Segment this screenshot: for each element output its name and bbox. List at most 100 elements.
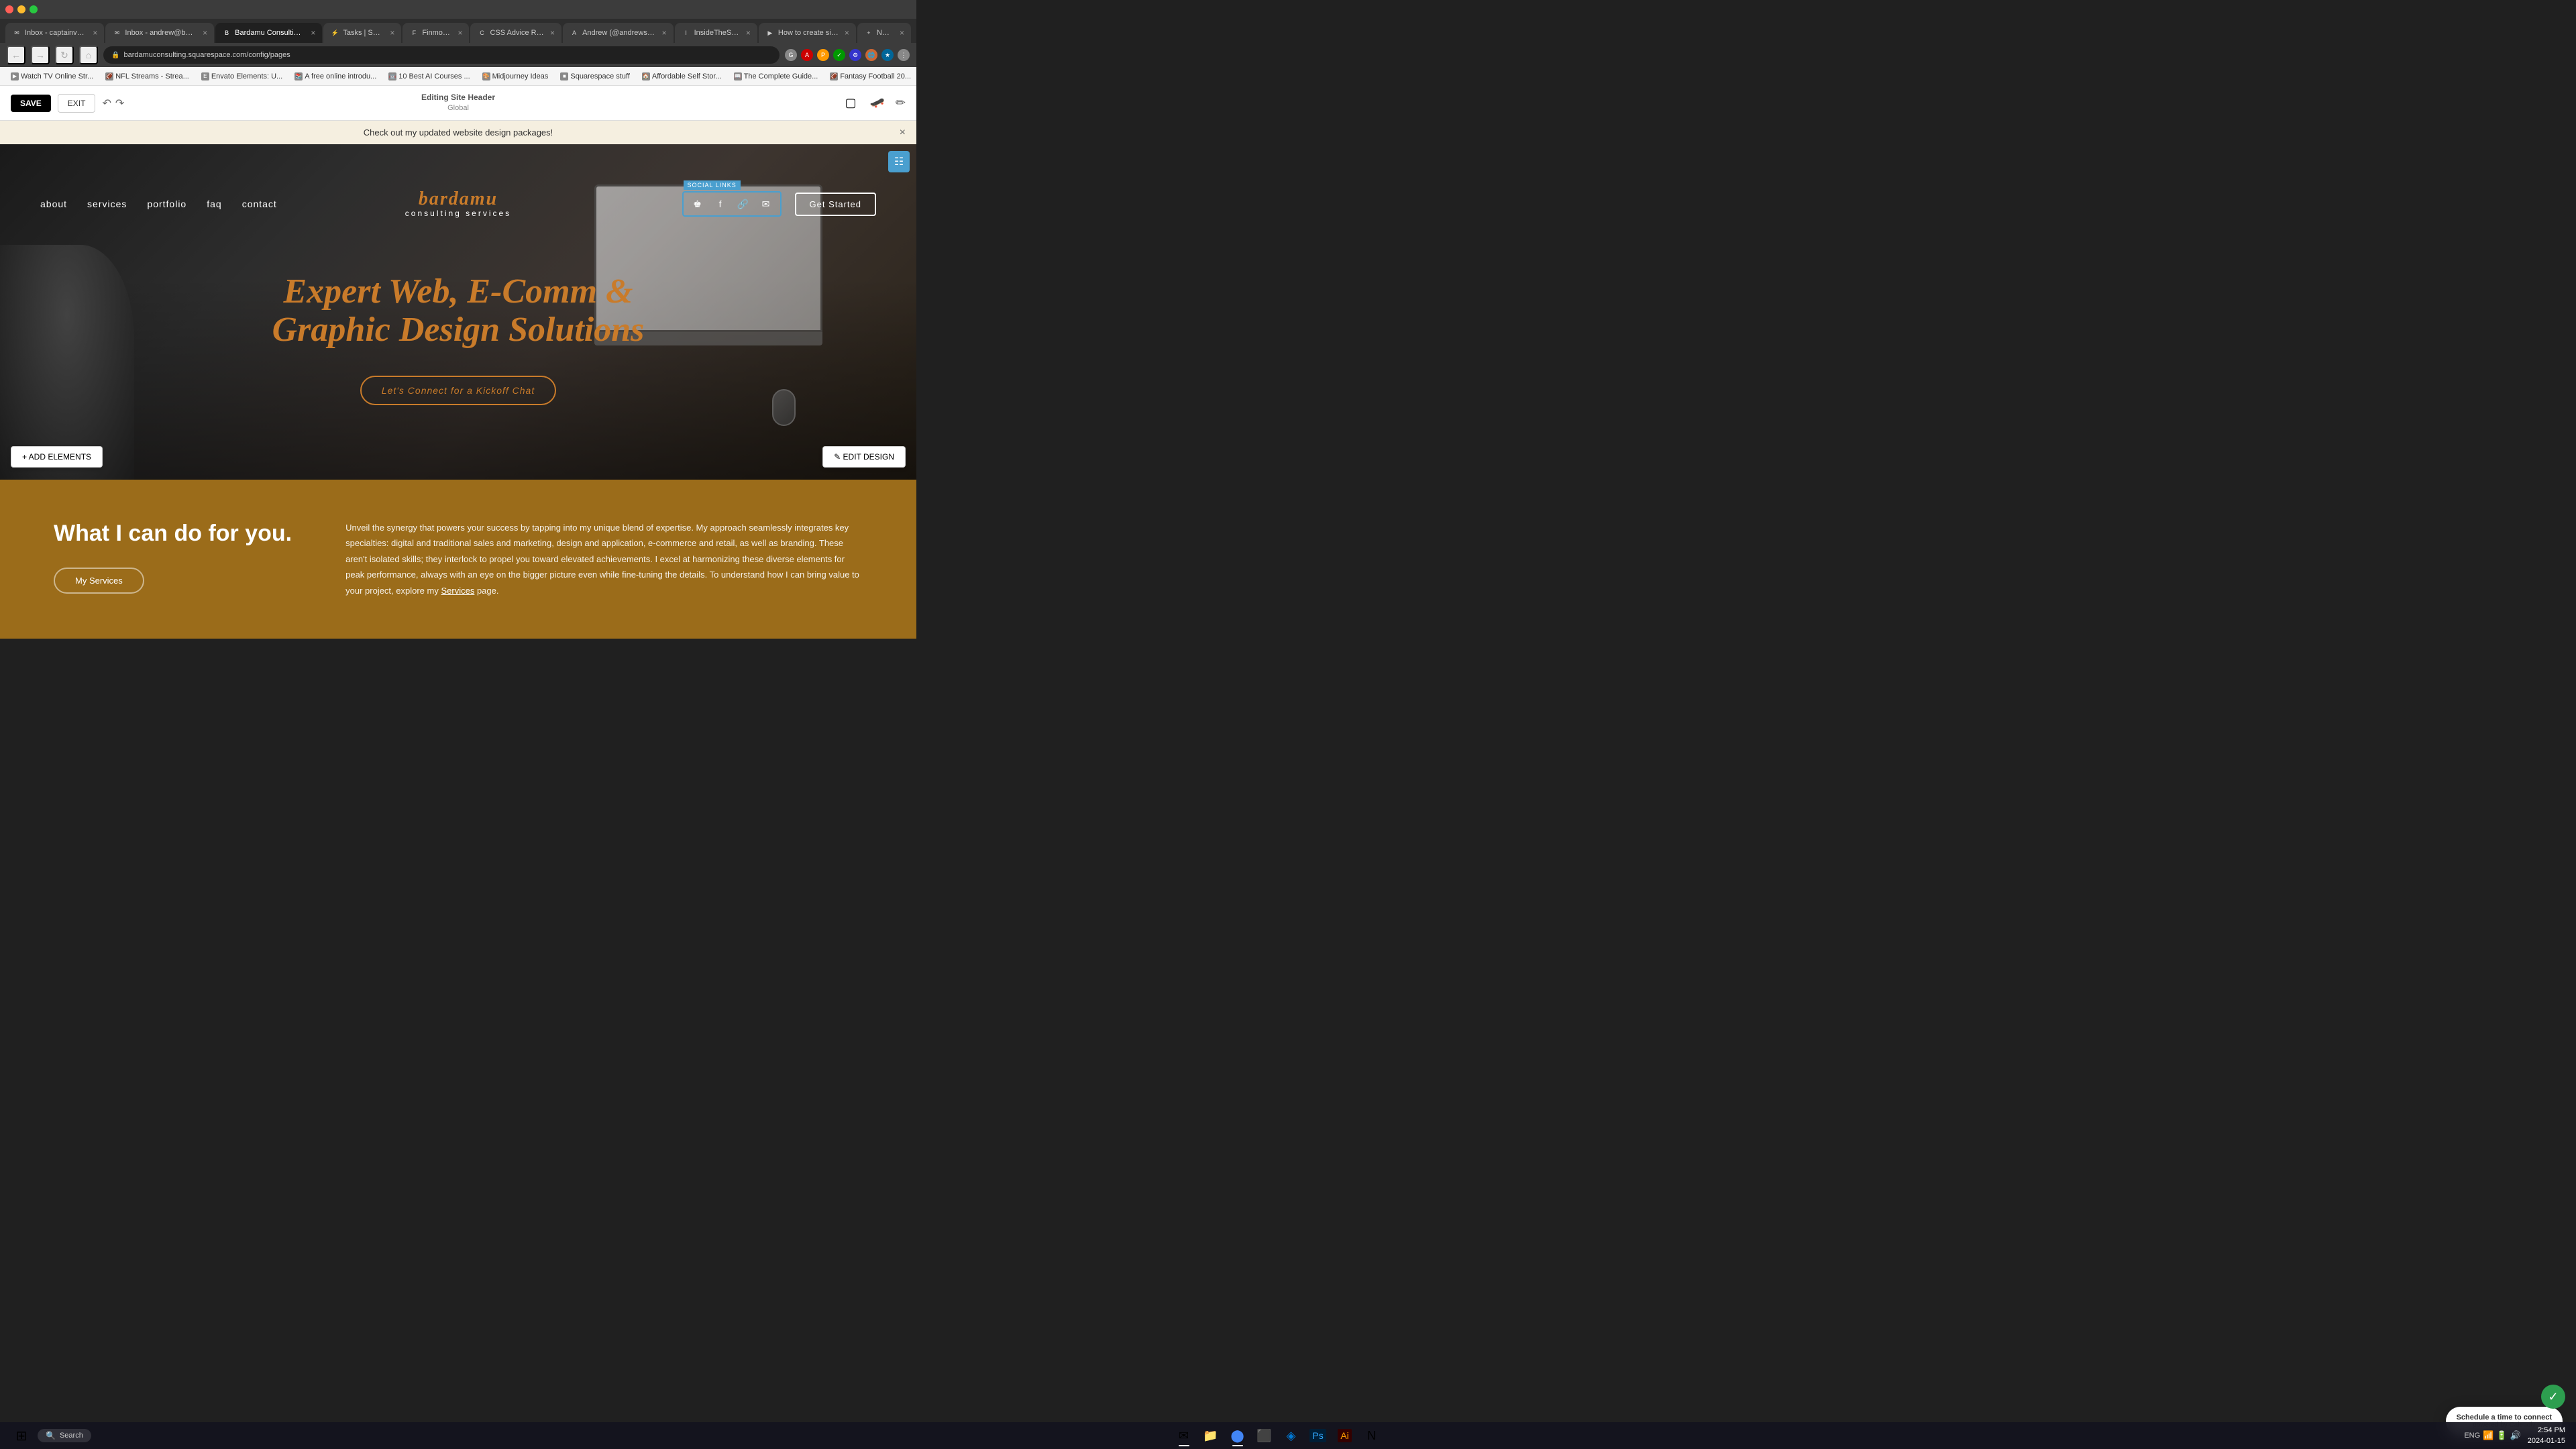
extension-icon-3[interactable]: P bbox=[817, 49, 829, 61]
extension-icon-8[interactable]: ⋮ bbox=[898, 49, 910, 61]
bookmark-item-0[interactable]: ▶Watch TV Online Str... bbox=[7, 71, 97, 82]
refresh-button[interactable]: ↻ bbox=[55, 46, 74, 64]
add-elements-button[interactable]: + ADD ELEMENTS bbox=[11, 446, 103, 468]
bookmark-item-8[interactable]: 📖The Complete Guide... bbox=[730, 71, 822, 82]
tab-close-tab2[interactable]: × bbox=[203, 28, 207, 38]
nav-item-portfolio[interactable]: portfolio bbox=[147, 199, 186, 209]
taskbar-app-illustrator[interactable]: Ai bbox=[1333, 1424, 1357, 1448]
wifi-icon[interactable]: 📶 bbox=[2483, 1430, 2493, 1441]
announcement-close-button[interactable]: × bbox=[900, 127, 906, 139]
taskbar-search-box[interactable]: 🔍 Search bbox=[38, 1429, 91, 1442]
tablet-view-button[interactable]: 🛹 bbox=[867, 93, 887, 113]
sq-editor-right: ▢ 🛹 ✏ bbox=[842, 93, 906, 113]
tab-close-tab7[interactable]: × bbox=[662, 28, 667, 38]
taskbar-app-vscode[interactable]: ◈ bbox=[1279, 1424, 1303, 1448]
hero-title-line1: Expert Web, E-Comm & bbox=[284, 272, 633, 311]
site-header: aboutservicesportfoliofaqcontact bardamu… bbox=[0, 178, 916, 230]
tab-close-tab5[interactable]: × bbox=[458, 28, 462, 38]
tab-close-tab4[interactable]: × bbox=[390, 28, 394, 38]
extension-icon-1[interactable]: G bbox=[785, 49, 797, 61]
taskbar-apps: ✉ 📁 ⬤ ⬛ ◈ Ps Ai N bbox=[1172, 1424, 1384, 1448]
desktop-view-button[interactable]: ▢ bbox=[842, 93, 859, 113]
tab-label-tab3: Bardamu Consulting Services bbox=[235, 29, 305, 37]
browser-tab-tab1[interactable]: ✉Inbox - captainvonmelvill...× bbox=[5, 23, 104, 43]
taskbar-app-notion[interactable]: N bbox=[1360, 1424, 1384, 1448]
sound-icon[interactable]: 🔊 bbox=[2510, 1430, 2521, 1441]
bookmark-item-7[interactable]: 🏠Affordable Self Stor... bbox=[638, 71, 726, 82]
taskbar-time[interactable]: 2:54 PM 2024-01-15 bbox=[2528, 1425, 2565, 1447]
site-header-right: SOCIAL LINKS ♚ f 🔗 ✉ Get Started bbox=[682, 191, 876, 217]
my-services-button[interactable]: My Services bbox=[54, 568, 144, 594]
nav-item-contact[interactable]: contact bbox=[242, 199, 277, 209]
home-button[interactable]: ⌂ bbox=[79, 46, 98, 64]
tab-close-tab3[interactable]: × bbox=[311, 28, 315, 38]
hero-cta-button[interactable]: Let's Connect for a Kickoff Chat bbox=[360, 376, 556, 405]
services-title: What I can do for you. bbox=[54, 520, 292, 547]
forward-button[interactable]: → bbox=[31, 46, 50, 64]
facebook-icon[interactable]: f bbox=[713, 197, 728, 211]
address-bar[interactable]: 🔒 bardamuconsulting.squarespace.com/conf… bbox=[103, 46, 780, 64]
browser-tab-tab8[interactable]: IInsideTheSquare.co× bbox=[675, 23, 757, 43]
browser-tab-tab7[interactable]: AAndrew (@andrewstcool.bski...× bbox=[563, 23, 674, 43]
tab-close-tab9[interactable]: × bbox=[845, 28, 849, 38]
services-link[interactable]: Services bbox=[441, 586, 474, 596]
browser-tab-tab5[interactable]: FFinmo - Login× bbox=[402, 23, 469, 43]
tab-close-tab1[interactable]: × bbox=[93, 28, 97, 38]
bookmark-item-6[interactable]: ■Squarespace stuff bbox=[556, 71, 633, 82]
sq-editor-center: Editing Site Header Global bbox=[421, 92, 495, 113]
taskbar-date-display: 2024-01-15 bbox=[2528, 1436, 2565, 1447]
nav-item-faq[interactable]: faq bbox=[207, 199, 221, 209]
browser-tab-tab2[interactable]: ✉Inbox - andrew@bardamuco...× bbox=[105, 23, 214, 43]
browser-tab-tab10[interactable]: +New Tab× bbox=[857, 23, 911, 43]
undo-button[interactable]: ↶ bbox=[102, 97, 111, 110]
website-wrapper: Check out my updated website design pack… bbox=[0, 121, 916, 639]
extension-icon-2[interactable]: A bbox=[801, 49, 813, 61]
save-button[interactable]: SAVE bbox=[11, 95, 51, 112]
redo-button[interactable]: ↷ bbox=[115, 97, 124, 110]
browser-tab-tab4[interactable]: ⚡Tasks | Salesforce× bbox=[323, 23, 401, 43]
tab-label-tab6: CSS Advice Requested bbox=[490, 29, 544, 37]
tab-close-tab8[interactable]: × bbox=[746, 28, 751, 38]
bookmark-item-2[interactable]: EEnvato Elements: U... bbox=[197, 71, 286, 82]
tab-favicon-tab9: ▶ bbox=[765, 28, 775, 38]
bookmark-item-4[interactable]: 🤖10 Best AI Courses ... bbox=[384, 71, 474, 82]
battery-icon[interactable]: 🔋 bbox=[2496, 1430, 2507, 1441]
tab-close-tab10[interactable]: × bbox=[900, 28, 904, 38]
taskbar-app-mail[interactable]: ✉ bbox=[1172, 1424, 1196, 1448]
browser-tab-tab9[interactable]: ▶How to create site title h...× bbox=[759, 23, 856, 43]
bookmark-label-5: Midjourney Ideas bbox=[492, 72, 549, 80]
bookmark-item-5[interactable]: 🎨Midjourney Ideas bbox=[478, 71, 553, 82]
extension-icon-7[interactable]: ★ bbox=[881, 49, 894, 61]
extension-icon-6[interactable]: 🌐 bbox=[865, 49, 877, 61]
extension-icon-4[interactable]: ✓ bbox=[833, 49, 845, 61]
taskbar-app-photoshop[interactable]: Ps bbox=[1306, 1424, 1330, 1448]
check-icon[interactable]: ✓ bbox=[2541, 1385, 2565, 1409]
windows-start-button[interactable]: ⊞ bbox=[11, 1425, 32, 1446]
edit-design-button[interactable]: ✎ EDIT DESIGN bbox=[822, 446, 906, 468]
bookmark-favicon-6: ■ bbox=[560, 72, 568, 80]
get-started-button[interactable]: Get Started bbox=[795, 193, 876, 216]
announcement-banner: Check out my updated website design pack… bbox=[0, 121, 916, 144]
browser-toolbar: ← → ↻ ⌂ 🔒 bardamuconsulting.squarespace.… bbox=[0, 43, 916, 67]
taskbar-app-terminal[interactable]: ⬛ bbox=[1252, 1424, 1277, 1448]
browser-tab-tab3[interactable]: BBardamu Consulting Services× bbox=[215, 23, 322, 43]
email-icon[interactable]: ✉ bbox=[759, 197, 773, 211]
instagram-icon[interactable]: ♚ bbox=[690, 197, 705, 211]
taskbar-search-text: Search bbox=[60, 1432, 83, 1440]
bookmark-item-3[interactable]: 📚A free online introdu... bbox=[290, 71, 380, 82]
link-icon[interactable]: 🔗 bbox=[736, 197, 751, 211]
taskbar-app-file-explorer[interactable]: 📁 bbox=[1199, 1424, 1223, 1448]
nav-item-about[interactable]: about bbox=[40, 199, 67, 209]
extension-icon-5[interactable]: ⚙ bbox=[849, 49, 861, 61]
back-button[interactable]: ← bbox=[7, 46, 25, 64]
calendly-line1: Schedule a time to connect bbox=[2457, 1413, 2552, 1421]
nav-item-services[interactable]: services bbox=[87, 199, 127, 209]
section-indicator[interactable]: ☷ bbox=[888, 151, 910, 172]
bookmark-item-1[interactable]: 🏈NFL Streams - Strea... bbox=[101, 71, 193, 82]
exit-button[interactable]: EXIT bbox=[58, 94, 96, 113]
browser-tab-tab6[interactable]: CCSS Advice Requested× bbox=[470, 23, 561, 43]
bookmark-item-9[interactable]: 🏈Fantasy Football 20... bbox=[826, 71, 915, 82]
taskbar-app-chrome[interactable]: ⬤ bbox=[1226, 1424, 1250, 1448]
pencil-tool-button[interactable]: ✏ bbox=[896, 96, 906, 110]
tab-close-tab6[interactable]: × bbox=[550, 28, 555, 38]
